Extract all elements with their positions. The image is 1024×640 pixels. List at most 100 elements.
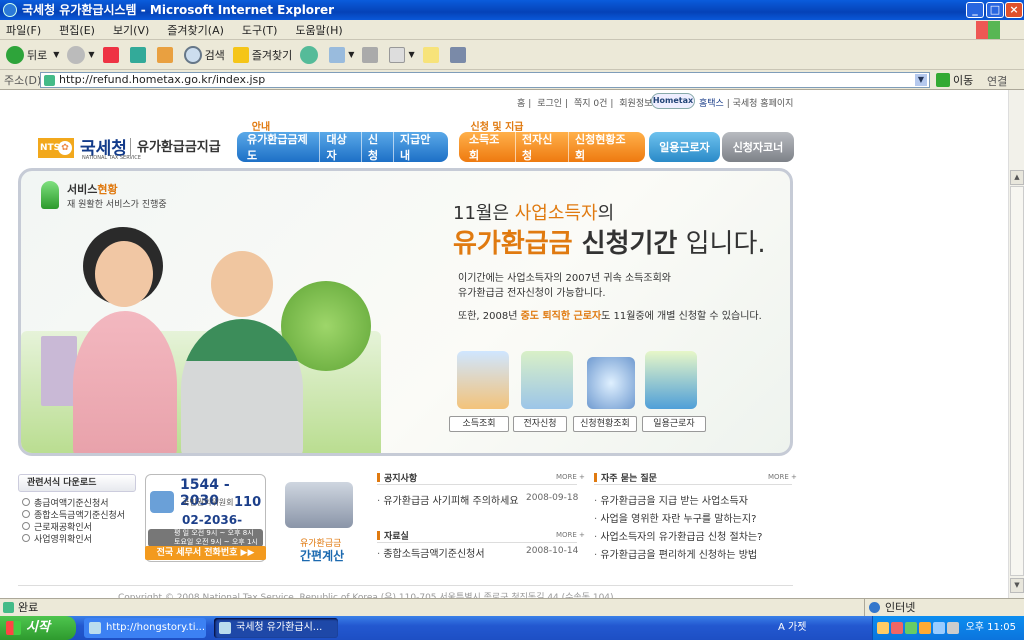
faq-item[interactable]: 유가환급금을 지급 받는 사업소득자 — [594, 492, 748, 507]
scroll-up-icon[interactable]: ▲ — [1010, 170, 1024, 185]
minimize-button[interactable]: _ — [966, 2, 984, 18]
nav-payment-guide[interactable]: 지급안내 — [394, 131, 444, 163]
top-links: 홈 | 로그인 | 쪽지 0건 | 회원정보 — [517, 99, 653, 109]
refresh-button[interactable] — [129, 46, 149, 63]
home-button[interactable] — [156, 46, 176, 63]
print-icon — [362, 46, 379, 63]
faq-title[interactable]: 자주 묻는 질문 — [594, 471, 657, 484]
tray-icon[interactable] — [919, 622, 931, 634]
message-link[interactable]: 쪽지 0건 — [574, 99, 607, 109]
mail-button[interactable]: ▼ — [329, 46, 354, 63]
discuss-button[interactable] — [422, 46, 442, 63]
back-dropdown-icon[interactable]: ▼ — [53, 50, 59, 59]
address-dropdown-icon[interactable]: ▼ — [915, 74, 927, 86]
tray-icon[interactable] — [947, 622, 959, 634]
refresh-icon — [129, 46, 146, 63]
print-button[interactable] — [362, 46, 381, 63]
messenger-button[interactable] — [449, 46, 469, 63]
mail-icon — [329, 46, 346, 63]
nav-income-inquiry[interactable]: 소득조회 — [463, 131, 516, 163]
history-button[interactable] — [300, 45, 321, 64]
nts-logo-badge[interactable]: NTS ✿ — [38, 138, 74, 158]
menu-help[interactable]: 도움말(H) — [295, 22, 342, 38]
stop-button[interactable] — [102, 46, 122, 63]
menu-tools[interactable]: 도구(T) — [242, 22, 278, 38]
rights-commission-label: 국민권익위원회 — [182, 498, 234, 507]
taskbar-item-refund[interactable]: 국세청 유가환급시... — [214, 618, 338, 638]
links-button[interactable]: 연결 — [987, 73, 1007, 89]
faq-more-link[interactable]: MORE + — [768, 473, 797, 481]
tray-icon[interactable] — [933, 622, 945, 634]
nav-refund-system[interactable]: 유가환급금제도 — [241, 131, 321, 163]
home-link[interactable]: 홈 — [517, 99, 525, 109]
close-button[interactable]: × — [1005, 2, 1023, 18]
menu-file[interactable]: 파일(F) — [6, 22, 41, 38]
search-button[interactable]: 검색 — [183, 45, 225, 64]
start-button[interactable]: 시작 — [0, 616, 76, 640]
scroll-thumb[interactable] — [1010, 186, 1024, 576]
security-zone: 인터넷 — [864, 599, 1024, 616]
downloads-title: 관련서식 다운로드 — [18, 474, 136, 492]
menu-view[interactable]: 보기(V) — [113, 22, 149, 38]
banner-status-inquiry-button[interactable]: 신청현황조회 — [573, 416, 637, 432]
menu-edit[interactable]: 편집(E) — [59, 22, 95, 38]
favorites-button[interactable]: 즐겨찾기 — [232, 46, 292, 63]
banner-daily-worker-button[interactable]: 일용근로자 — [642, 416, 706, 432]
service-status-title: 서비스현황 — [67, 183, 118, 196]
ime-indicator[interactable]: A 가젯 — [778, 619, 806, 637]
menu-favorites[interactable]: 즐겨찾기(A) — [167, 22, 224, 38]
notice-title[interactable]: 공지사항 — [377, 471, 417, 484]
hometax-link[interactable]: 홈택스 — [699, 99, 724, 109]
edit-button[interactable]: ▼ — [389, 46, 415, 63]
taskbar-item-hongstory[interactable]: http://hongstory.ti... — [84, 618, 206, 638]
forward-button[interactable]: ▼ — [67, 45, 95, 64]
hometax-logo[interactable]: Hometax — [651, 93, 695, 109]
download-item[interactable]: 사업영위확인서 — [22, 534, 125, 546]
calc-label-2[interactable]: 간편계산 — [300, 547, 344, 564]
phone-icon — [150, 491, 174, 513]
faq-item[interactable]: 유가환급금을 편리하게 신청하는 방법 — [594, 546, 757, 561]
back-button[interactable]: 뒤로 ▼ — [6, 45, 59, 64]
ie-task-icon — [219, 622, 231, 634]
scroll-down-icon[interactable]: ▼ — [1010, 578, 1024, 593]
magnifier-illustration — [587, 357, 635, 409]
banner-e-apply-button[interactable]: 전자신청 — [513, 416, 567, 432]
nav-eligible[interactable]: 대상자 — [320, 131, 362, 163]
faq-item[interactable]: 사업을 영위한 자란 누구를 말하는지? — [594, 510, 756, 525]
download-item[interactable]: 총급여액기준신청서 — [22, 498, 125, 510]
copyright-text: Copyright © 2008 National Tax Service. R… — [118, 593, 614, 598]
tray-icon[interactable] — [877, 622, 889, 634]
faq-item[interactable]: 사업소득자의 유가환급금 신청 절차는? — [594, 528, 762, 543]
address-bar: 주소(D) http://refund.hometax.go.kr/index.… — [0, 70, 1024, 90]
maximize-button[interactable]: □ — [986, 2, 1004, 18]
tax-office-phone-button[interactable]: 전국 세무서 전화번호 ▶▶ — [145, 546, 266, 560]
banner-income-inquiry-button[interactable]: 소득조회 — [449, 416, 509, 432]
window-title: 국세청 유가환급시스템 - Microsoft Internet Explore… — [22, 3, 335, 17]
nav-applicant-corner[interactable]: 신청자코너 — [722, 132, 794, 162]
nav-apply[interactable]: 신청 — [362, 131, 394, 163]
login-link[interactable]: 로그인 — [537, 99, 562, 109]
member-link[interactable]: 회원정보 — [619, 99, 652, 109]
nav-status-inquiry[interactable]: 신청현황조회 — [569, 131, 641, 163]
headline-line1: 11월은 사업소득자의 — [453, 203, 615, 224]
nav-group-apply: 소득조회 전자신청 신청현황조회 — [459, 131, 645, 163]
notice-item[interactable]: 유가환급금 사기피해 주의하세요 — [377, 492, 518, 507]
tray-icon[interactable] — [905, 622, 917, 634]
nts-home-link[interactable]: 국세청 홈페이지 — [733, 99, 794, 109]
notice-more-link[interactable]: MORE + — [556, 473, 585, 481]
forward-dropdown-icon[interactable]: ▼ — [88, 50, 94, 59]
clock: 오후 11:05 — [965, 622, 1016, 633]
ie-task-icon — [89, 622, 101, 634]
nav-daily-worker[interactable]: 일용근로자 — [649, 132, 720, 162]
data-room-item[interactable]: 종합소득금액기준신청서 — [377, 545, 484, 560]
data-room-more-link[interactable]: MORE + — [556, 531, 585, 539]
tray-icon[interactable] — [891, 622, 903, 634]
download-item[interactable]: 종합소득금액기준신청서 — [22, 510, 125, 522]
data-room-title[interactable]: 자료실 — [377, 529, 409, 542]
vertical-scrollbar[interactable]: ▲ ▼ — [1008, 90, 1024, 598]
nav-e-apply[interactable]: 전자신청 — [516, 131, 569, 163]
download-item[interactable]: 근로재공확인서 — [22, 522, 125, 534]
address-input[interactable]: http://refund.hometax.go.kr/index.jsp ▼ — [40, 72, 930, 88]
calculator-icon[interactable] — [285, 482, 353, 528]
go-button[interactable]: 이동 — [936, 72, 973, 88]
